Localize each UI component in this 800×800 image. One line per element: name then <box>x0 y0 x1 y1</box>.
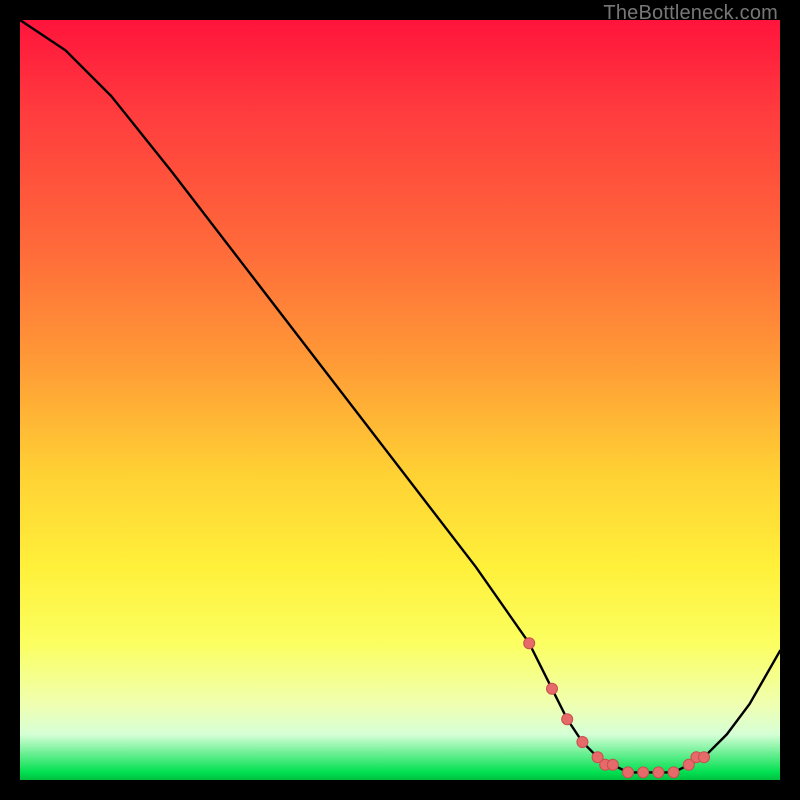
attribution-text: TheBottleneck.com <box>603 2 778 25</box>
highlight-dot <box>653 767 664 778</box>
highlight-dot <box>562 714 573 725</box>
chart-plot-area <box>20 20 780 780</box>
highlight-dot <box>668 767 679 778</box>
chart-svg <box>20 20 780 780</box>
highlight-dot <box>547 683 558 694</box>
highlight-dot <box>607 759 618 770</box>
highlight-dot <box>623 767 634 778</box>
highlight-dot <box>699 752 710 763</box>
highlight-dot <box>524 638 535 649</box>
highlight-dots <box>524 638 710 778</box>
highlight-dot <box>638 767 649 778</box>
chart-frame: TheBottleneck.com <box>0 0 800 800</box>
bottleneck-curve-path <box>20 20 780 772</box>
highlight-dot <box>577 737 588 748</box>
